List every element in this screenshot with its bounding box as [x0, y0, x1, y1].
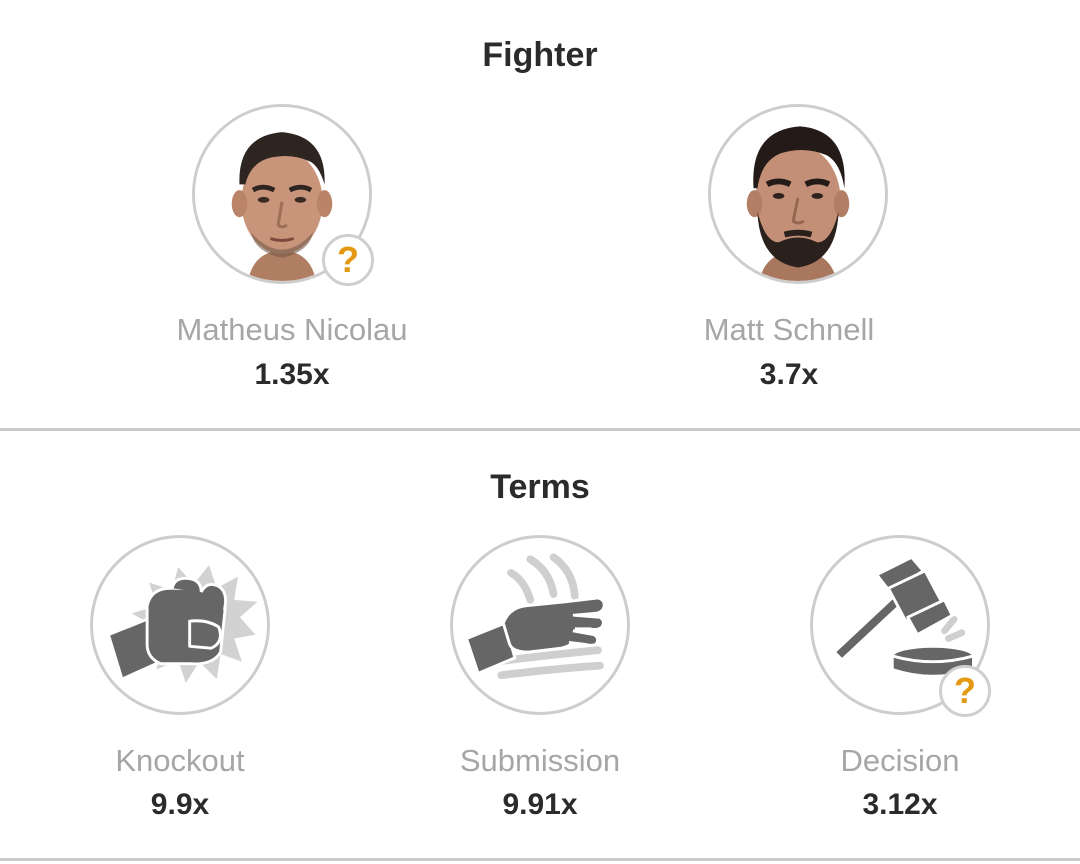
- knockout-button[interactable]: [90, 535, 270, 715]
- fighter-1-name: Matheus Nicolau: [176, 312, 408, 347]
- knockout-label: Knockout: [115, 743, 245, 778]
- fighter-2-odds: 3.7x: [759, 358, 819, 391]
- fighter-2-avatar[interactable]: [708, 104, 888, 284]
- fist-punch-icon: [107, 565, 258, 683]
- fighter-section-title: Fighter: [482, 36, 598, 74]
- fighter-1-odds: 1.35x: [254, 358, 330, 391]
- decision-info-badge[interactable]: ?: [939, 665, 991, 717]
- knockout-odds: 9.9x: [150, 788, 210, 821]
- tap-out-hand-icon: [465, 553, 606, 680]
- question-mark-icon: ?: [954, 670, 976, 711]
- bottom-divider: [0, 858, 1080, 861]
- submission-label: Submission: [459, 743, 621, 778]
- terms-section-title: Terms: [490, 468, 590, 506]
- fighter-1-info-badge[interactable]: ?: [322, 234, 374, 286]
- question-mark-icon: ?: [337, 239, 359, 280]
- fighter-2-portrait-icon: [711, 107, 885, 281]
- submission-odds: 9.91x: [502, 788, 578, 821]
- submission-button[interactable]: [450, 535, 630, 715]
- fighter-2-name: Matt Schnell: [703, 312, 875, 347]
- section-divider: [0, 428, 1080, 431]
- decision-label: Decision: [840, 743, 960, 778]
- decision-odds: 3.12x: [862, 788, 938, 821]
